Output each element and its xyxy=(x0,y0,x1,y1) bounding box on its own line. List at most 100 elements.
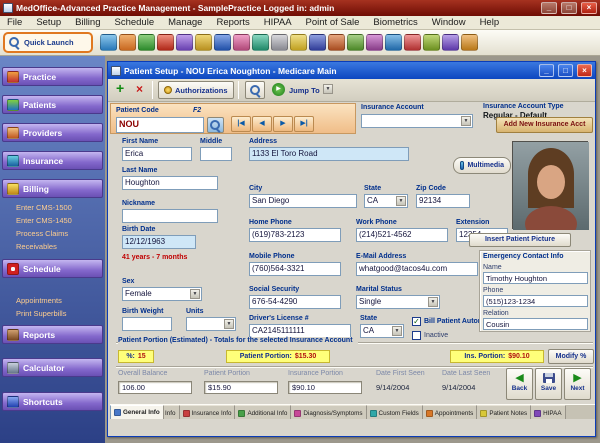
birth-weight-input[interactable] xyxy=(122,317,172,331)
tab-hipaa[interactable]: HIPAA xyxy=(531,405,565,419)
toolbar-icon[interactable] xyxy=(290,34,307,51)
emergency-relation-input[interactable]: Cousin xyxy=(483,318,588,330)
address-input[interactable]: 1133 El Toro Road xyxy=(249,147,409,161)
add-new-insurance-button[interactable]: Add New Insurance Acct xyxy=(496,117,593,133)
back-button[interactable]: ◀ Back xyxy=(506,368,533,400)
tab-patient-notes[interactable]: Patient Notes xyxy=(477,405,531,419)
sidebar-link-print-superbills[interactable]: Print Superbills xyxy=(16,309,66,318)
menu-schedule[interactable]: Schedule xyxy=(108,17,162,28)
patient-search-button[interactable] xyxy=(207,117,224,133)
inactive-checkbox[interactable] xyxy=(412,331,421,340)
nav-first-icon[interactable]: |◀ xyxy=(231,116,251,132)
toolbar-icon[interactable] xyxy=(442,34,459,51)
nav-next-icon[interactable]: ▶ xyxy=(273,116,293,132)
toolbar-icon[interactable] xyxy=(252,34,269,51)
jump-to-dropdown-arrow-icon[interactable]: ▼ xyxy=(323,84,333,94)
sidebar-item-patients[interactable]: Patients xyxy=(2,95,103,114)
sidebar-link-enter-cms-1500[interactable]: Enter CMS-1500 xyxy=(16,203,72,212)
menu-billing[interactable]: Billing xyxy=(68,17,107,28)
app-minimize-icon[interactable]: _ xyxy=(541,2,557,14)
delete-record-icon[interactable]: × xyxy=(136,82,143,96)
dropdown-arrow-icon[interactable]: ▼ xyxy=(190,289,200,299)
sidebar-link-process-claims[interactable]: Process Claims xyxy=(16,229,68,238)
jump-to-label[interactable]: Jump To xyxy=(289,86,320,95)
bill-automatically-checkbox[interactable]: ✓ xyxy=(412,317,421,326)
sidebar-link-receivables[interactable]: Receivables xyxy=(16,242,57,251)
menu-file[interactable]: File xyxy=(0,17,29,28)
city-input[interactable]: San Diego xyxy=(249,194,357,208)
add-record-icon[interactable]: + xyxy=(116,80,124,96)
nav-previous-icon[interactable]: ◀ xyxy=(252,116,272,132)
middle-input[interactable] xyxy=(200,147,232,161)
dropdown-arrow-icon[interactable]: ▼ xyxy=(224,319,234,329)
sidebar-item-shortcuts[interactable]: Shortcuts xyxy=(2,392,103,411)
window-close-icon[interactable]: × xyxy=(577,64,592,77)
last-name-input[interactable]: Houghton xyxy=(122,176,218,190)
ssn-input[interactable]: 676-54-4290 xyxy=(249,295,341,309)
jump-to-icon[interactable]: ▶ xyxy=(272,83,285,96)
insert-patient-picture-button[interactable]: Insert Patient Picture xyxy=(469,233,571,247)
toolbar-icon[interactable] xyxy=(100,34,117,51)
toolbar-icon[interactable] xyxy=(214,34,231,51)
sidebar-item-insurance[interactable]: Insurance xyxy=(2,151,103,170)
window-minimize-icon[interactable]: _ xyxy=(539,64,554,77)
toolbar-icon[interactable] xyxy=(366,34,383,51)
sidebar-item-schedule[interactable]: Schedule xyxy=(2,259,103,278)
sidebar-item-providers[interactable]: Providers xyxy=(2,123,103,142)
app-maximize-icon[interactable]: □ xyxy=(561,2,577,14)
sex-select[interactable]: Female ▼ xyxy=(122,287,202,301)
toolbar-icon[interactable] xyxy=(271,34,288,51)
work-phone-input[interactable]: (214)521-4562 xyxy=(356,228,448,242)
authorizations-button[interactable]: Authorizations xyxy=(158,81,234,99)
toolbar-icon[interactable] xyxy=(309,34,326,51)
menu-manage[interactable]: Manage xyxy=(161,17,209,28)
toolbar-icon[interactable] xyxy=(233,34,250,51)
insurance-account-select[interactable]: ▼ xyxy=(361,114,473,128)
toolbar-icon[interactable] xyxy=(461,34,478,51)
quick-launch-button[interactable]: Quick Launch xyxy=(3,32,93,53)
sidebar-item-practice[interactable]: Practice xyxy=(2,67,103,86)
toolbar-icon[interactable] xyxy=(404,34,421,51)
dropdown-arrow-icon[interactable]: ▼ xyxy=(396,196,406,206)
next-button[interactable]: ▶ Next xyxy=(564,368,591,400)
toolbar-icon[interactable] xyxy=(195,34,212,51)
toolbar-icon[interactable] xyxy=(423,34,440,51)
toolbar-icon[interactable] xyxy=(328,34,345,51)
menu-window[interactable]: Window xyxy=(425,17,473,28)
sidebar-item-reports[interactable]: Reports xyxy=(2,325,103,344)
tab-custom-fields[interactable]: Custom Fields xyxy=(367,405,423,419)
home-phone-input[interactable]: (619)783-2123 xyxy=(249,228,341,242)
sidebar-item-billing[interactable]: Billing xyxy=(2,179,103,198)
sidebar-link-enter-cms-1450[interactable]: Enter CMS-1450 xyxy=(16,216,72,225)
menu-reports[interactable]: Reports xyxy=(209,17,256,28)
toolbar-icon[interactable] xyxy=(138,34,155,51)
email-input[interactable]: whatgood@tacos4u.com xyxy=(356,262,478,276)
state-select[interactable]: CA ▼ xyxy=(364,194,408,208)
patient-code-input[interactable]: NOU xyxy=(116,117,204,133)
dropdown-arrow-icon[interactable]: ▼ xyxy=(392,326,402,336)
toolbar-icon[interactable] xyxy=(119,34,136,51)
drivers-license-input[interactable]: CA2145111111 xyxy=(249,324,351,338)
first-name-input[interactable]: Erica xyxy=(122,147,192,161)
dropdown-arrow-icon[interactable]: ▼ xyxy=(461,116,471,126)
menu-biometrics[interactable]: Biometrics xyxy=(366,17,424,28)
emergency-phone-input[interactable]: (515)123-1234 xyxy=(483,295,588,307)
tab-diagnosis-symptoms[interactable]: Diagnosis/Symptoms xyxy=(291,405,366,419)
toolbar-icon[interactable] xyxy=(385,34,402,51)
menu-point-of-sale[interactable]: Point of Sale xyxy=(299,17,367,28)
dropdown-arrow-icon[interactable]: ▼ xyxy=(428,297,438,307)
modify-percent-button[interactable]: Modify % xyxy=(548,349,594,364)
license-state-select[interactable]: CA ▼ xyxy=(360,324,404,338)
marital-status-select[interactable]: Single ▼ xyxy=(356,295,440,309)
tab-appointments[interactable]: Appointments xyxy=(423,405,478,419)
nickname-input[interactable] xyxy=(122,209,218,223)
tab-insurance-info[interactable]: Insurance Info xyxy=(180,405,236,419)
save-button[interactable]: Save xyxy=(535,368,562,400)
find-button[interactable] xyxy=(245,81,265,99)
sidebar-item-calculator[interactable]: Calculator xyxy=(2,358,103,377)
app-close-icon[interactable]: × xyxy=(581,2,597,14)
zip-input[interactable]: 92134 xyxy=(416,194,470,208)
birth-date-input[interactable]: 12/12/1963 xyxy=(122,235,196,249)
menu-setup[interactable]: Setup xyxy=(29,17,68,28)
multimedia-button[interactable]: Multimedia xyxy=(453,157,511,174)
